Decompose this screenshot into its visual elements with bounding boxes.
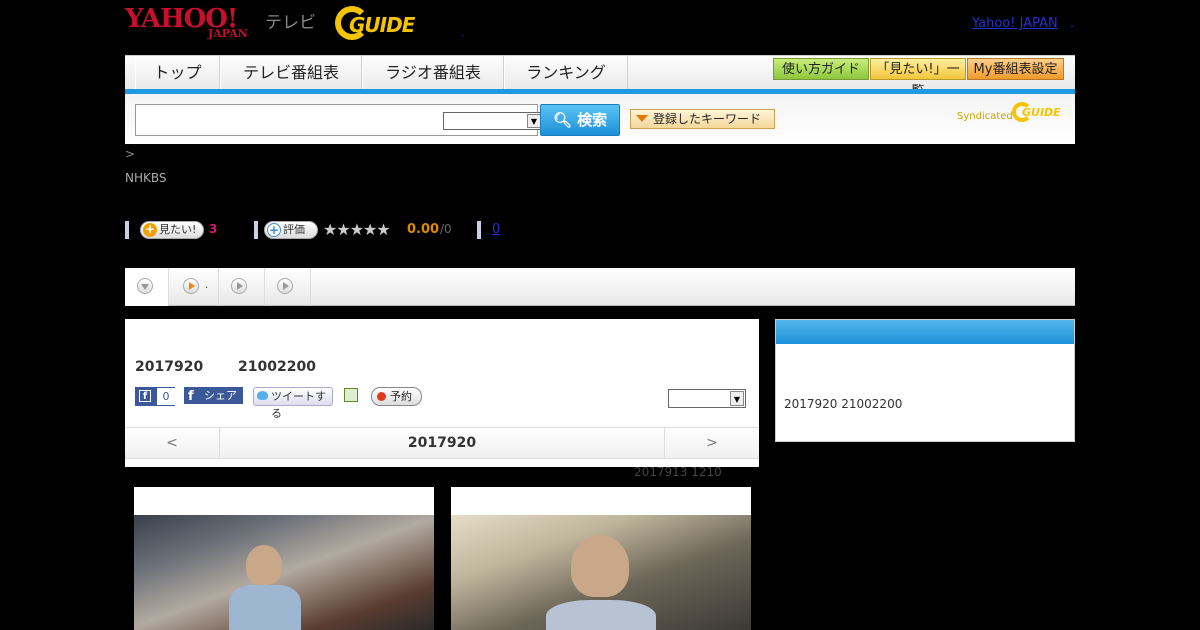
current-date: 2017920 [407, 435, 477, 451]
nav-tab-ranking[interactable]: ランキング [504, 56, 628, 90]
mitai-count: 3 [209, 222, 218, 236]
mitai-list-button[interactable]: 「見たい!」一覧 [870, 58, 966, 99]
chevron-down-icon: ▼ [730, 391, 744, 406]
yahoo-japan-logo-text: JAPAN [208, 27, 248, 40]
facebook-icon: f [188, 389, 194, 404]
tab-related[interactable] [265, 268, 311, 306]
record-reserve-button[interactable]: 予約 [371, 387, 422, 406]
rating-count: /0 [440, 222, 452, 236]
header-dot: . [461, 28, 465, 39]
facebook-like-button[interactable]: f 0 [135, 387, 175, 406]
program-tabs: . [125, 268, 1075, 306]
search-input[interactable]: ▼ [135, 104, 543, 136]
tweet-label: ツイートする [271, 390, 326, 420]
channel-name: NHKBS [125, 171, 167, 185]
next-date-button[interactable]: > [664, 428, 759, 458]
program-photo [451, 515, 751, 630]
search-category-select[interactable]: ▼ [443, 112, 543, 130]
person-head [571, 535, 629, 597]
action-separator [477, 221, 481, 239]
my-listings-button[interactable]: My番組表設定 [967, 58, 1064, 80]
date-navigation: < 2017920 > [125, 427, 759, 459]
person-head [246, 545, 282, 585]
chevron-down-icon [137, 278, 153, 294]
facebook-like-count: 0 [157, 388, 175, 405]
mitai-label: 見たい! [159, 223, 197, 236]
syndicated-label: Syndicated [957, 111, 1013, 122]
tab-video-label: . [205, 280, 209, 291]
person-body [546, 600, 656, 630]
tweet-button[interactable]: ツイートする [253, 387, 333, 420]
syndicated-gguide-logo: GUIDE [1012, 102, 1067, 124]
main-nav: トップ テレビ番組表 ラジオ番組表 ランキング 使い方ガイド 「見たい!」一覧 … [125, 55, 1075, 99]
prev-date-button[interactable]: < [125, 428, 220, 458]
yahoo-link-dot: . [1070, 16, 1075, 31]
plus-icon: + [267, 223, 281, 237]
person-body [229, 585, 301, 630]
search-bar: ▼ 🔍︎ 検索 登録したキーワード Syndicated GUIDE [125, 94, 1075, 144]
yahoo-japan-link[interactable]: Yahoo! JAPAN [972, 16, 1058, 31]
tab-video[interactable]: . [169, 268, 219, 306]
twitter-bird-icon [257, 391, 268, 400]
program-info-panel: 2017920 21002200 f 0 f シェア ツイートする 予約 ▼ <… [125, 319, 759, 467]
dropdown-arrow-icon [636, 115, 648, 122]
side-panel: 2017920 21002200 [775, 319, 1075, 442]
tab-program-detail[interactable] [125, 268, 169, 306]
mitai-button[interactable]: + 見たい! [140, 221, 204, 239]
saved-keywords-button[interactable]: 登録したキーワード [630, 109, 775, 129]
syndicated-logo-text: GUIDE [1022, 106, 1061, 119]
rate-button[interactable]: + 評価 [264, 221, 318, 239]
plus-icon: + [143, 222, 157, 237]
facebook-share-button[interactable]: f シェア [184, 387, 243, 404]
comment-count-link[interactable]: 0 [492, 222, 500, 237]
nav-tab-top[interactable]: トップ [135, 56, 220, 90]
rating-score: 0.00 [407, 222, 440, 237]
recorder-select[interactable]: ▼ [668, 389, 746, 408]
guide-button[interactable]: 使い方ガイド [773, 58, 869, 80]
gguide-logo-text: GUIDE [349, 13, 415, 37]
gguide-logo[interactable]: GUIDE [335, 6, 430, 40]
search-icon: 🔍︎ [552, 111, 572, 129]
breadcrumb[interactable]: > [125, 147, 135, 161]
search-button-label: 検索 [577, 111, 608, 129]
previous-airing: 2017913 1210 [634, 465, 722, 479]
nav-tab-tv-listings[interactable]: テレビ番組表 [220, 56, 362, 90]
reserve-label: 予約 [390, 390, 412, 403]
saved-keywords-label: 登録したキーワード [653, 112, 762, 126]
program-thumbnail[interactable] [134, 487, 434, 630]
chevron-down-icon: ▼ [527, 114, 541, 128]
action-separator [125, 221, 129, 239]
tab-reviews[interactable] [219, 268, 265, 306]
side-panel-header [776, 320, 1074, 344]
play-icon [231, 278, 247, 294]
side-panel-schedule: 2017920 21002200 [784, 397, 903, 411]
search-button[interactable]: 🔍︎ 検索 [540, 104, 620, 136]
program-thumbnail[interactable] [451, 487, 751, 630]
record-dot-icon [377, 392, 386, 401]
action-separator [254, 221, 258, 239]
facebook-share-label: シェア [204, 389, 237, 402]
add-calendar-icon[interactable] [344, 388, 358, 402]
play-icon [183, 278, 199, 294]
air-time: 21002200 [238, 359, 316, 375]
rating-stars: ★★★★★ [323, 220, 391, 239]
play-icon [277, 278, 293, 294]
facebook-icon: f [139, 390, 151, 402]
nav-tab-radio-listings[interactable]: ラジオ番組表 [362, 56, 504, 90]
air-date: 2017920 [135, 359, 204, 375]
program-photo [134, 515, 434, 630]
tv-label: テレビ [265, 13, 316, 33]
rate-label: 評価 [283, 223, 305, 236]
